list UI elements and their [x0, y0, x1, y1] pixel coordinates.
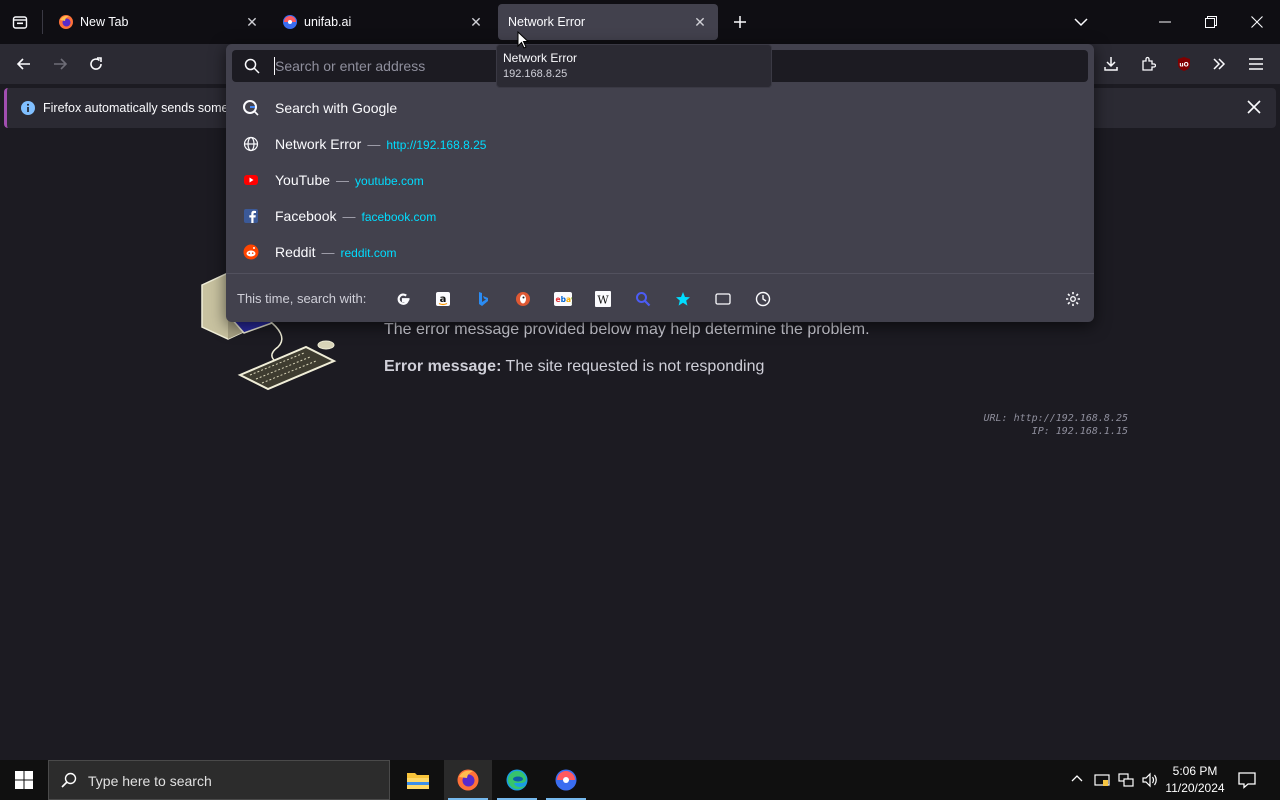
tab-tooltip: Network Error 192.168.8.25: [496, 44, 772, 88]
network-icon[interactable]: [1118, 772, 1134, 788]
suggestion-search-google[interactable]: Search with Google: [226, 90, 1094, 126]
tabs-icon[interactable]: [714, 290, 732, 308]
suggestion-label: Network Error: [275, 136, 362, 152]
separator-dash: —: [336, 173, 350, 188]
youtube-icon: [243, 172, 259, 188]
reload-icon[interactable]: [80, 48, 112, 80]
ip-line: IP: 192.168.1.15: [1031, 426, 1128, 437]
history-icon[interactable]: [754, 290, 772, 308]
overflow-menu-icon[interactable]: [1203, 48, 1235, 80]
error-description: The error message provided below may hel…: [384, 321, 870, 338]
clock[interactable]: 5:06 PM 11/20/2024: [1160, 764, 1230, 795]
close-notification-icon[interactable]: [1247, 100, 1261, 114]
file-explorer-icon[interactable]: [394, 760, 442, 800]
search-with-label: This time, search with:: [237, 291, 367, 306]
reddit-icon: [243, 244, 259, 260]
close-tab-icon[interactable]: ✕: [244, 14, 260, 30]
clock-time: 5:06 PM: [1172, 764, 1218, 778]
url-placeholder: Search or enter address: [275, 58, 426, 74]
error-message: Error message: The site requested is not…: [384, 358, 764, 376]
mouse-cursor-icon: [517, 31, 529, 49]
duckduckgo-engine-icon[interactable]: [514, 290, 532, 308]
suggestion-url: reddit.com: [340, 246, 397, 260]
notifications-icon[interactable]: [1238, 771, 1256, 789]
info-icon: [20, 100, 36, 116]
suggestion-label: Reddit: [275, 244, 316, 260]
restore-icon[interactable]: [1188, 0, 1234, 44]
taskbar-firefox-icon[interactable]: [444, 760, 492, 800]
hamburger-menu-icon[interactable]: [1240, 48, 1272, 80]
taskbar-search-placeholder: Type here to search: [88, 773, 212, 789]
suggestion-url: youtube.com: [355, 174, 424, 188]
separator-dash: —: [321, 245, 335, 260]
tab-title: Network Error: [508, 15, 586, 29]
close-window-icon[interactable]: [1234, 0, 1280, 44]
tab-network-error[interactable]: Network Error ✕: [498, 4, 718, 40]
suggestion-network-error[interactable]: Network Error — http://192.168.8.25: [226, 126, 1094, 162]
suggestion-url: http://192.168.8.25: [386, 138, 487, 152]
url-line: URL: http://192.168.8.25: [983, 413, 1129, 424]
bing-engine-icon[interactable]: [474, 290, 492, 308]
globe-icon: [243, 136, 259, 152]
error-message-label: Error message:: [384, 358, 502, 375]
suggestion-label: Facebook: [275, 208, 337, 224]
bookmarks-star-icon[interactable]: [674, 290, 692, 308]
separator-dash: —: [367, 137, 381, 152]
google-search-icon: [243, 100, 259, 116]
close-tab-icon[interactable]: ✕: [468, 14, 484, 30]
windows-start-icon[interactable]: [0, 760, 48, 800]
suggestion-label: YouTube: [275, 172, 331, 188]
error-message-text: The site requested is not responding: [505, 358, 765, 375]
amazon-engine-icon[interactable]: a: [434, 290, 452, 308]
firefox-icon: [58, 14, 74, 30]
search-icon: [61, 772, 77, 788]
chevron-up-icon[interactable]: [1070, 772, 1084, 786]
extensions-icon[interactable]: [1132, 48, 1164, 80]
search-settings-gear-icon[interactable]: [1064, 290, 1082, 308]
svg-text:a: a: [440, 294, 447, 305]
suggestion-facebook[interactable]: Facebook — facebook.com: [226, 198, 1094, 234]
list-all-tabs-icon[interactable]: [1070, 12, 1092, 32]
separator-dash: —: [342, 209, 356, 224]
google-engine-icon[interactable]: [394, 290, 412, 308]
facebook-icon: [243, 208, 259, 224]
firefox-view-icon[interactable]: [6, 10, 34, 34]
svg-text:uO: uO: [1179, 62, 1188, 69]
taskbar-unifab-icon[interactable]: [542, 760, 590, 800]
forward-icon[interactable]: [44, 48, 76, 80]
svg-text:ebay: ebay: [556, 295, 573, 304]
wikipedia-engine-icon[interactable]: W: [594, 290, 612, 308]
tab-title: unifab.ai: [304, 15, 352, 29]
clock-date: 11/20/2024: [1165, 781, 1225, 795]
suggestion-label: Search with Google: [275, 100, 398, 116]
suggestion-url: facebook.com: [361, 210, 437, 224]
volume-icon[interactable]: [1142, 772, 1158, 788]
svg-text:W: W: [597, 294, 609, 307]
search-engine-icon[interactable]: [634, 290, 652, 308]
minimize-icon[interactable]: [1142, 0, 1188, 44]
taskbar-search-box[interactable]: Type here to search: [48, 760, 390, 800]
ebay-engine-icon[interactable]: ebay: [554, 290, 572, 308]
tab-bar: New Tab ✕ unifab.ai ✕ Network Error ✕: [0, 0, 1280, 44]
taskbar-edge-icon[interactable]: [493, 760, 541, 800]
suggestion-reddit[interactable]: Reddit — reddit.com: [226, 234, 1094, 270]
tab-new-tab[interactable]: New Tab ✕: [48, 4, 270, 40]
downloads-icon[interactable]: [1095, 48, 1127, 80]
ublock-icon[interactable]: uO: [1168, 48, 1200, 80]
tab-unifab[interactable]: unifab.ai ✕: [272, 4, 494, 40]
unifab-icon: [282, 14, 298, 30]
taskbar: Type here to search 5:06 PM 11/20/2024: [0, 760, 1280, 800]
new-tab-icon[interactable]: [728, 10, 752, 34]
tooltip-title: Network Error: [503, 51, 578, 65]
close-tab-icon[interactable]: ✕: [692, 14, 708, 30]
tab-title: New Tab: [80, 15, 129, 29]
back-icon[interactable]: [8, 48, 40, 80]
notification-text: Firefox automatically sends some d: [43, 101, 239, 115]
security-tray-icon[interactable]: [1094, 772, 1110, 788]
search-icon: [244, 58, 260, 74]
suggestion-youtube[interactable]: YouTube — youtube.com: [226, 162, 1094, 198]
tooltip-url: 192.168.8.25: [503, 68, 568, 80]
